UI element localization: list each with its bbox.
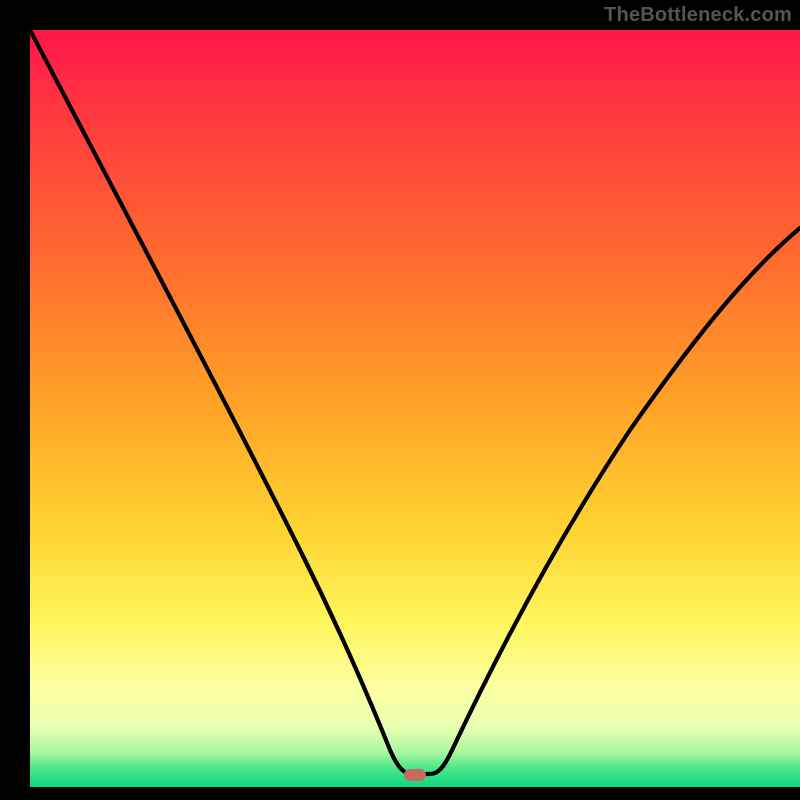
curve-svg — [30, 30, 800, 787]
bottleneck-curve-path — [30, 30, 800, 774]
watermark-text: TheBottleneck.com — [604, 4, 792, 27]
plot-area — [30, 30, 800, 787]
min-point-marker — [404, 769, 426, 781]
chart-stage: TheBottleneck.com — [0, 0, 800, 800]
